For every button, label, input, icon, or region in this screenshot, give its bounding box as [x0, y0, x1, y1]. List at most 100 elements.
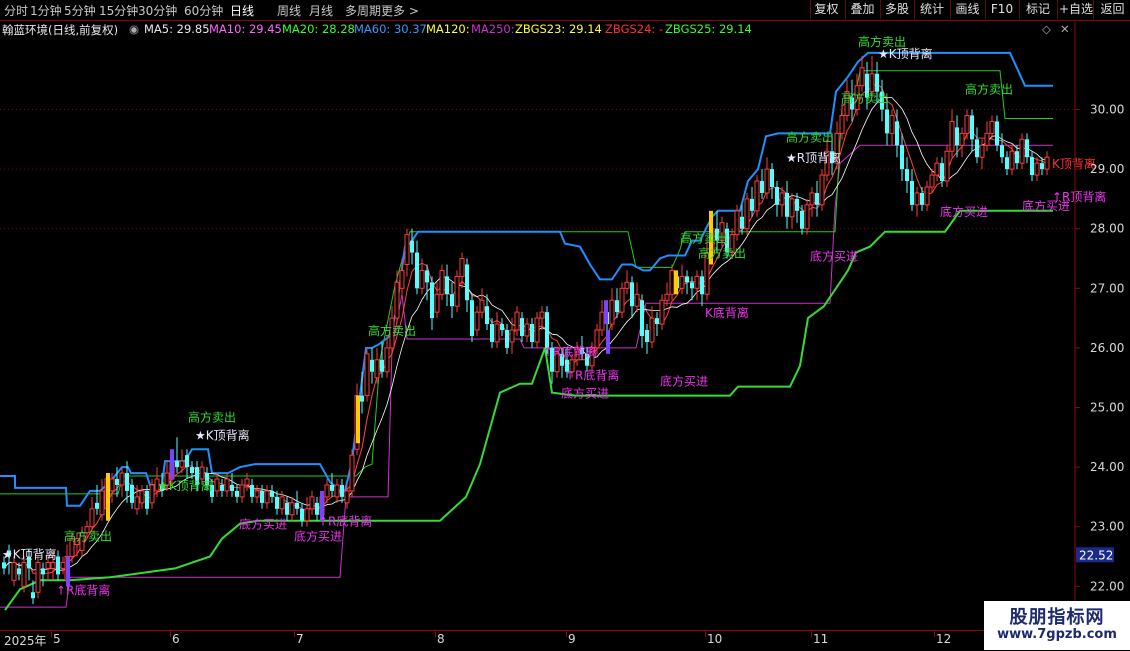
period-8[interactable]: 月线 — [309, 2, 333, 19]
candle-body — [524, 323, 530, 337]
toolbar-button-7[interactable]: +自选 — [1057, 0, 1094, 19]
settings-icon[interactable]: ◉ — [129, 22, 139, 36]
x-tick-label: 2025年 — [4, 634, 47, 648]
highlight-candle — [356, 395, 360, 444]
toolbar-button-1[interactable]: 叠加 — [845, 0, 879, 19]
toolbar-button-8[interactable]: 返回 — [1093, 0, 1130, 19]
candle-body — [809, 192, 815, 206]
x-tick — [435, 631, 436, 637]
y-axis: 30.00 29.00 28.00 27.00 26.00 25.00 24.00 23.00… — [1074, 22, 1124, 630]
candle-body — [659, 299, 665, 325]
candle-body — [285, 502, 289, 515]
candle-body — [99, 490, 105, 516]
signal-label: 底方买进 — [940, 204, 988, 219]
candle-body — [224, 478, 230, 492]
indicator-value-5: MA250: — [471, 22, 515, 36]
candle-body — [669, 269, 675, 295]
candle-body — [364, 353, 370, 397]
candle-body — [1000, 145, 1004, 158]
candle-body — [419, 269, 425, 289]
period-6[interactable]: 日线 — [230, 2, 254, 19]
x-tick — [811, 631, 812, 637]
x-tick-label: 5 — [53, 632, 61, 646]
candle-body — [220, 484, 224, 491]
candle-body — [645, 330, 649, 342]
candle-body — [984, 132, 990, 146]
candle-body — [410, 240, 414, 253]
signal-label: 高方卖出 — [786, 129, 834, 144]
candle-body — [125, 473, 129, 491]
candle-body — [430, 282, 434, 319]
period-0[interactable]: 分时 — [4, 2, 28, 19]
signal-label: 底方买进 — [294, 529, 342, 544]
candle-body — [185, 455, 189, 468]
toolbar-button-2[interactable]: 多股 — [880, 0, 913, 19]
candle-body — [500, 324, 504, 331]
candle-body — [250, 484, 254, 497]
diamond-icon[interactable]: ◇ — [1042, 22, 1051, 36]
candle-body — [940, 163, 944, 182]
toolbar-button-6[interactable]: 标记 — [1019, 0, 1056, 19]
candle-body — [254, 490, 260, 498]
candle-body — [60, 561, 66, 569]
close-icon[interactable]: ✕ — [1060, 22, 1070, 36]
candle-body — [490, 324, 494, 342]
indicator-value-6: ZBGS23: 29.14 — [515, 22, 602, 36]
candle-body — [615, 300, 619, 313]
toolbar-button-0[interactable]: 复权 — [810, 0, 842, 19]
period-1[interactable]: 1分钟 — [30, 2, 62, 19]
candle-body — [214, 478, 220, 492]
candle-body — [630, 282, 634, 307]
candle-body — [989, 120, 995, 134]
stock-title: 翰蓝环境(日线,前复权) — [2, 23, 119, 37]
signal-label: ★K顶背离 — [878, 46, 933, 61]
signal-label: ↑R底背离 — [565, 368, 619, 383]
signal-label: 高方卖出 — [841, 91, 889, 106]
candle-body — [975, 139, 979, 158]
candle-body — [439, 269, 445, 295]
candle-body — [505, 330, 509, 348]
candle-body — [599, 311, 605, 331]
candle-body — [275, 496, 279, 509]
candle-body — [679, 275, 685, 289]
period-9[interactable]: 多周期 — [345, 2, 381, 19]
toolbar-button-5[interactable]: F10 — [985, 0, 1018, 19]
x-tick-label: 12 — [936, 632, 952, 646]
candle-body — [35, 561, 41, 593]
candlestick-series — [2, 55, 1050, 605]
candle-body — [744, 198, 750, 230]
x-tick — [705, 631, 706, 637]
indicator-value-8: ZBGS25: 29.14 — [665, 22, 752, 36]
price-chart[interactable]: ★K顶背离高方卖出↑R底背离高方卖出★K顶背离★K顶背离底方买进底方买进↑R底背… — [0, 0, 1130, 650]
period-10[interactable]: 更多 > — [381, 2, 419, 19]
indicator-info-bar: 翰蓝环境(日线,前复权) ◉ MA5: 29.85 MA10: 29.45 MA20… — [0, 21, 1130, 37]
candle-body — [31, 592, 35, 599]
candle-body — [770, 169, 774, 187]
candle-body — [404, 234, 410, 265]
candle-body — [370, 359, 374, 372]
toolbar-button-4[interactable]: 画线 — [950, 0, 984, 19]
indicator-value-7: ZBGS24: - — [605, 22, 664, 36]
x-tick-label: 6 — [172, 632, 180, 646]
period-4[interactable]: 30分钟 — [138, 2, 177, 19]
x-tick — [51, 631, 52, 637]
x-tick-label: 10 — [707, 632, 723, 646]
candle-body — [754, 180, 760, 212]
candle-body — [95, 502, 99, 509]
period-5[interactable]: 60分钟 — [184, 2, 223, 19]
candle-body — [1034, 162, 1040, 176]
toolbar-button-3[interactable]: 统计 — [914, 0, 949, 19]
candle-body — [949, 120, 955, 152]
candle-body — [445, 276, 449, 295]
candle-body — [1015, 151, 1019, 164]
candle-body — [45, 561, 51, 569]
period-7[interactable]: 周线 — [277, 2, 301, 19]
candle-body — [50, 561, 56, 569]
candle-body — [244, 478, 250, 486]
period-2[interactable]: 5分钟 — [64, 2, 96, 19]
period-3[interactable]: 15分钟 — [99, 2, 138, 19]
indicator-value-4: MA120: — [426, 22, 470, 36]
candle-body — [324, 484, 330, 498]
candle-body — [119, 472, 125, 486]
lower-band-line — [4, 209, 1053, 611]
